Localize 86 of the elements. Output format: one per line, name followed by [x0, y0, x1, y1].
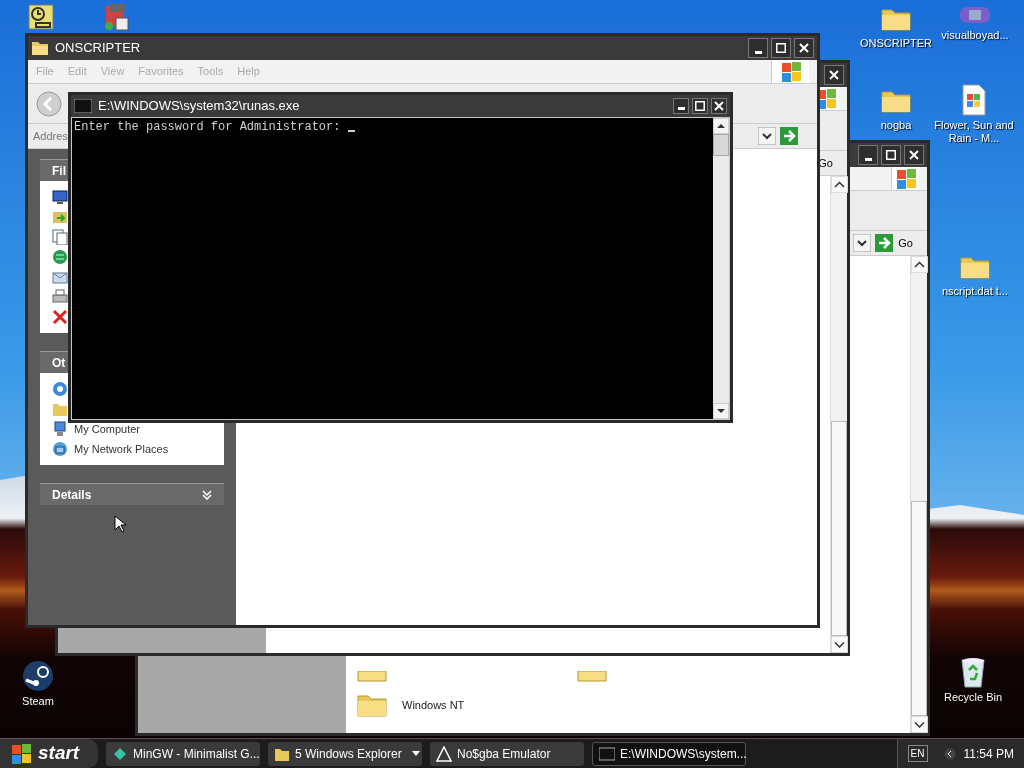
- start-button[interactable]: start: [0, 739, 98, 768]
- network-icon[interactable]: [52, 441, 68, 457]
- icon-label: visualboyad...: [941, 29, 1009, 42]
- minimize-button[interactable]: [748, 38, 768, 58]
- scroll-thumb[interactable]: [713, 134, 729, 156]
- close-button[interactable]: [824, 65, 844, 85]
- chevron-icon[interactable]: [943, 747, 956, 760]
- close-button[interactable]: [904, 145, 924, 165]
- windows-logo-icon: [894, 167, 917, 190]
- windows-logo-icon: [10, 742, 32, 765]
- document-icon[interactable]: [961, 84, 987, 116]
- chevron-icon: [202, 489, 212, 500]
- scroll-up-icon[interactable]: [911, 256, 928, 273]
- clock: 11:54 PM: [963, 745, 1014, 763]
- maximize-button[interactable]: [692, 98, 708, 114]
- minimize-button[interactable]: [858, 145, 878, 165]
- steam-icon[interactable]: [22, 660, 54, 692]
- scroll-thumb[interactable]: [911, 501, 927, 716]
- icon-label: Steam: [22, 695, 54, 708]
- minimize-icon: [754, 51, 762, 54]
- minimize-button[interactable]: [673, 98, 689, 114]
- computer-icon[interactable]: [52, 421, 68, 437]
- printer-icon[interactable]: [52, 289, 68, 305]
- minimize-icon: [864, 158, 872, 161]
- scroll-thumb[interactable]: [831, 421, 847, 636]
- arrow-icon[interactable]: [780, 127, 798, 145]
- mouse-cursor-icon: [114, 515, 126, 533]
- panel-header[interactable]: Details: [40, 483, 224, 505]
- delete-icon[interactable]: [52, 309, 68, 325]
- scrollbar[interactable]: [910, 256, 927, 733]
- close-icon: [829, 70, 839, 80]
- dropdown-arrow-icon[interactable]: [853, 234, 872, 252]
- clock-icon[interactable]: [28, 4, 54, 30]
- recycle-bin-icon[interactable]: [958, 656, 988, 688]
- text-cursor: [347, 130, 355, 132]
- taskbar-button[interactable]: MinGW - Minimalist G...: [106, 741, 260, 766]
- envelope-icon[interactable]: [52, 269, 68, 285]
- scrollbar[interactable]: [713, 118, 729, 419]
- maximize-icon: [886, 150, 896, 160]
- scroll-up-icon[interactable]: [713, 118, 729, 134]
- maximize-icon: [776, 43, 786, 53]
- window-title: E:\WINDOWS\system32\runas.exe: [98, 97, 300, 116]
- folder-icon: [31, 40, 49, 56]
- taskbar-button[interactable]: No$gba Emulator: [430, 741, 584, 766]
- task-link[interactable]: My Computer: [74, 420, 141, 438]
- monitor-icon[interactable]: [52, 189, 68, 205]
- maximize-icon: [695, 101, 705, 111]
- triangle-icon: [436, 745, 452, 762]
- program-icon[interactable]: [102, 2, 132, 32]
- maximize-button[interactable]: [771, 38, 791, 58]
- language-indicator[interactable]: EN: [907, 745, 928, 762]
- folder-label[interactable]: Windows NT: [402, 696, 465, 714]
- close-button[interactable]: [794, 38, 814, 58]
- scroll-up-icon[interactable]: [831, 176, 848, 193]
- close-icon: [799, 43, 809, 53]
- dropdown-arrow-icon[interactable]: [758, 127, 776, 145]
- scrollbar[interactable]: [830, 176, 847, 653]
- taskbar-button[interactable]: E:\WINDOWS\system...: [592, 741, 746, 766]
- browser-icon[interactable]: [52, 381, 68, 397]
- go-button[interactable]: Go: [897, 234, 914, 252]
- taskbar-button[interactable]: 5 Windows Explorer: [268, 741, 422, 766]
- icon-label: Recycle Bin: [943, 691, 1003, 704]
- console-icon: [599, 745, 615, 762]
- arrow-icon[interactable]: [875, 234, 894, 252]
- console-icon: [74, 99, 92, 113]
- maximize-button[interactable]: [881, 145, 901, 165]
- icon-label: nscript.dat t...: [942, 285, 1008, 298]
- copy-icon[interactable]: [52, 229, 68, 245]
- window-title: ONSCRIPTER: [55, 39, 141, 58]
- globe-icon[interactable]: [52, 249, 68, 265]
- close-icon: [909, 150, 919, 160]
- icon-label: nogba: [880, 119, 912, 132]
- diamond-icon: [112, 745, 128, 762]
- address-label: Addres: [33, 128, 68, 144]
- close-button[interactable]: [711, 98, 727, 114]
- scroll-down-icon[interactable]: [713, 403, 729, 419]
- windows-logo-icon: [779, 60, 802, 83]
- console-text: Enter the password for Administrator:: [74, 120, 342, 134]
- close-icon: [714, 101, 724, 111]
- task-link[interactable]: My Network Places: [74, 440, 169, 458]
- scroll-down-icon[interactable]: [831, 636, 848, 653]
- scroll-down-icon[interactable]: [911, 716, 928, 733]
- dropdown-arrow-icon: [411, 751, 420, 756]
- icon-label: ONSCRIPTER: [859, 37, 933, 50]
- icon-label: Flower, Sun and Rain - M...: [933, 119, 1015, 145]
- back-icon[interactable]: [36, 90, 62, 117]
